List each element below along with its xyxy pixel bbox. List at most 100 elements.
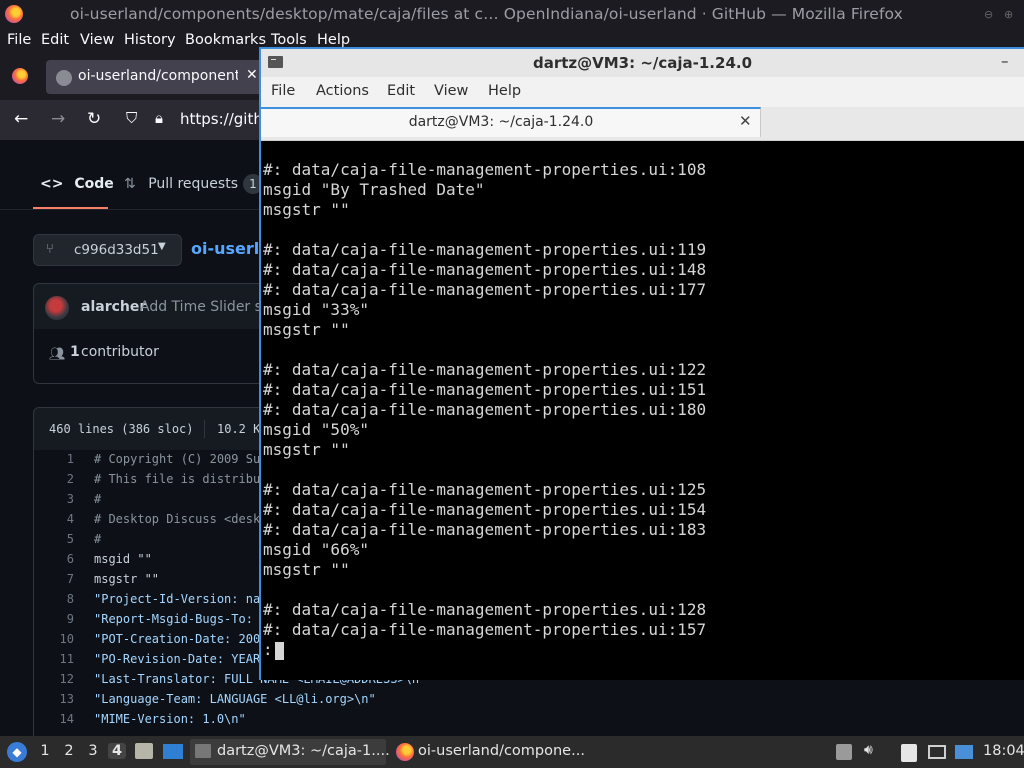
latest-commit-box: alarcher Add Time Slider support [33, 283, 308, 330]
show-desktop-icon[interactable] [163, 744, 183, 759]
browser-tab[interactable]: oi-userland/components/ ✕ [46, 60, 276, 94]
contributor-count[interactable]: 1 [70, 344, 80, 360]
terminal-window: dartz@VM3: ~/caja-1.24.0 – File Actions … [259, 47, 1024, 680]
line-number[interactable]: 5 [34, 532, 74, 546]
firefox-logo-icon [5, 5, 23, 23]
back-icon[interactable]: ← [14, 109, 28, 129]
terminal-line: #: data/caja-file-management-properties.… [263, 620, 707, 639]
terminal-tab[interactable]: dartz@VM3: ~/caja-1.24.0 ✕ [261, 107, 761, 137]
commit-author-link[interactable]: alarcher [81, 299, 146, 315]
terminal-line: msgstr "" [263, 200, 350, 219]
code-line: 1 # Copyright (C) 2009 Su [34, 452, 274, 472]
menu-file[interactable]: File [7, 32, 31, 48]
workspace-4[interactable]: 4 [108, 743, 126, 759]
menu-tools[interactable]: Tools [271, 32, 307, 48]
terminal-line: msgstr "" [263, 440, 350, 459]
terminal-line: #: data/caja-file-management-properties.… [263, 400, 707, 419]
maximize-icon[interactable]: ⊕ [1004, 8, 1013, 21]
workspace-1[interactable]: 1 [36, 743, 54, 759]
menu-edit[interactable]: Edit [41, 32, 69, 48]
workspace-3[interactable]: 3 [84, 743, 102, 759]
close-tab-icon[interactable]: ✕ [246, 67, 258, 83]
terminal-menu-edit[interactable]: Edit [387, 83, 415, 99]
start-menu-icon[interactable]: ◆ [7, 742, 27, 762]
line-number[interactable]: 9 [34, 612, 74, 626]
code-text: msgid "" [94, 552, 152, 566]
code-line: 10 "POT-Creation-Date: 200 [34, 632, 274, 652]
code-line: 7 msgstr "" [34, 572, 274, 592]
terminal-tab-label: dartz@VM3: ~/caja-1.24.0 [408, 114, 594, 130]
people-icon: 👥︎ [49, 347, 66, 362]
contributor-label[interactable]: contributor [81, 344, 159, 360]
tab-pull-requests-label: Pull requests [148, 176, 238, 192]
terminal-cursor [275, 642, 284, 660]
code-line: 14 "MIME-Version: 1.0\n" [34, 712, 274, 732]
lock-icon[interactable]: 🔒︎ [155, 109, 163, 127]
code-line: 9 "Report-Msgid-Bugs-To: [34, 612, 274, 632]
taskbar-item-firefox[interactable]: oi-userland/compone... [392, 739, 592, 765]
upload-icon[interactable] [836, 744, 852, 760]
clock[interactable]: 18:04 [983, 743, 1024, 759]
terminal-icon [195, 744, 211, 758]
network-icon[interactable] [955, 745, 973, 759]
line-number[interactable]: 6 [34, 552, 74, 566]
minimize-icon[interactable]: ⊖ [984, 8, 993, 21]
volume-icon[interactable]: 🔊︎ [864, 742, 873, 758]
line-number[interactable]: 13 [34, 692, 74, 706]
terminal-output[interactable]: #: data/caja-file-management-properties.… [261, 142, 1024, 680]
taskbar-item-terminal[interactable]: dartz@VM3: ~/caja-1.... [190, 739, 390, 765]
code-line: 11 "PO-Revision-Date: YEAR [34, 652, 274, 672]
terminal-line: #: data/caja-file-management-properties.… [263, 160, 707, 179]
line-number[interactable]: 10 [34, 632, 74, 646]
code-text: "Language-Team: LANGUAGE <LL@li.org>\n" [94, 692, 376, 706]
terminal-menu-actions[interactable]: Actions [316, 83, 369, 99]
firefox-titlebar[interactable]: oi-userland/components/desktop/mate/caja… [0, 0, 1024, 30]
menu-help[interactable]: Help [317, 32, 350, 48]
tab-code[interactable]: <> Code [40, 176, 114, 192]
tracking-protection-icon[interactable]: ⛉ [126, 109, 137, 127]
menu-bookmarks[interactable]: Bookmarks [185, 32, 266, 48]
firefox-icon [396, 743, 414, 761]
taskbar: ◆ 1 2 3 4 dartz@VM3: ~/caja-1.... oi-use… [0, 736, 1024, 768]
code-line: 3 # [34, 492, 274, 512]
line-number[interactable]: 14 [34, 712, 74, 726]
file-manager-icon[interactable] [135, 743, 153, 759]
clipboard-icon[interactable] [901, 744, 917, 762]
terminal-line: msgid "66%" [263, 540, 369, 559]
menu-view[interactable]: View [80, 32, 114, 48]
firefox-view-icon[interactable] [12, 68, 28, 84]
forward-icon[interactable]: → [51, 109, 65, 129]
line-number[interactable]: 3 [34, 492, 74, 506]
line-number[interactable]: 8 [34, 592, 74, 606]
line-number[interactable]: 2 [34, 472, 74, 486]
reload-icon[interactable]: ↻ [87, 109, 101, 129]
terminal-line: msgid "50%" [263, 420, 369, 439]
tab-pull-requests[interactable]: ⇅ Pull requests [124, 176, 238, 192]
line-number[interactable]: 11 [34, 652, 74, 666]
terminal-titlebar[interactable]: dartz@VM3: ~/caja-1.24.0 – [261, 49, 1024, 77]
terminal-menu-help[interactable]: Help [488, 83, 521, 99]
line-number[interactable]: 7 [34, 572, 74, 586]
branch-name: c996d33d51 [74, 242, 159, 258]
line-number[interactable]: 1 [34, 452, 74, 466]
terminal-menu-file[interactable]: File [271, 83, 295, 99]
github-favicon-icon [56, 70, 72, 86]
menu-history[interactable]: History [124, 32, 176, 48]
code-text: # [94, 532, 102, 546]
terminal-menu-view[interactable]: View [434, 83, 468, 99]
line-number[interactable]: 4 [34, 512, 74, 526]
pull-request-icon: ⇅ [124, 176, 136, 192]
workspace-2[interactable]: 2 [60, 743, 78, 759]
code-view[interactable]: 1 # Copyright (C) 2009 Su 2 # This file is … [33, 450, 426, 740]
terminal-line: : [263, 640, 273, 659]
line-number[interactable]: 12 [34, 672, 74, 686]
code-line: 2 # This file is distribu [34, 472, 274, 492]
code-line: 13 "Language-Team: LANGUAGE <LL@li.org>\n… [34, 692, 376, 712]
display-icon[interactable] [928, 745, 946, 759]
taskbar-item-label: oi-userland/compone... [418, 743, 585, 759]
branch-selector-button[interactable]: ⑂ c996d33d51 ▼ [33, 234, 182, 266]
terminal-menubar: File Actions Edit View Help [261, 77, 1024, 107]
avatar[interactable] [45, 296, 69, 320]
close-tab-icon[interactable]: ✕ [739, 112, 752, 130]
minimize-button[interactable]: – [1001, 52, 1009, 70]
